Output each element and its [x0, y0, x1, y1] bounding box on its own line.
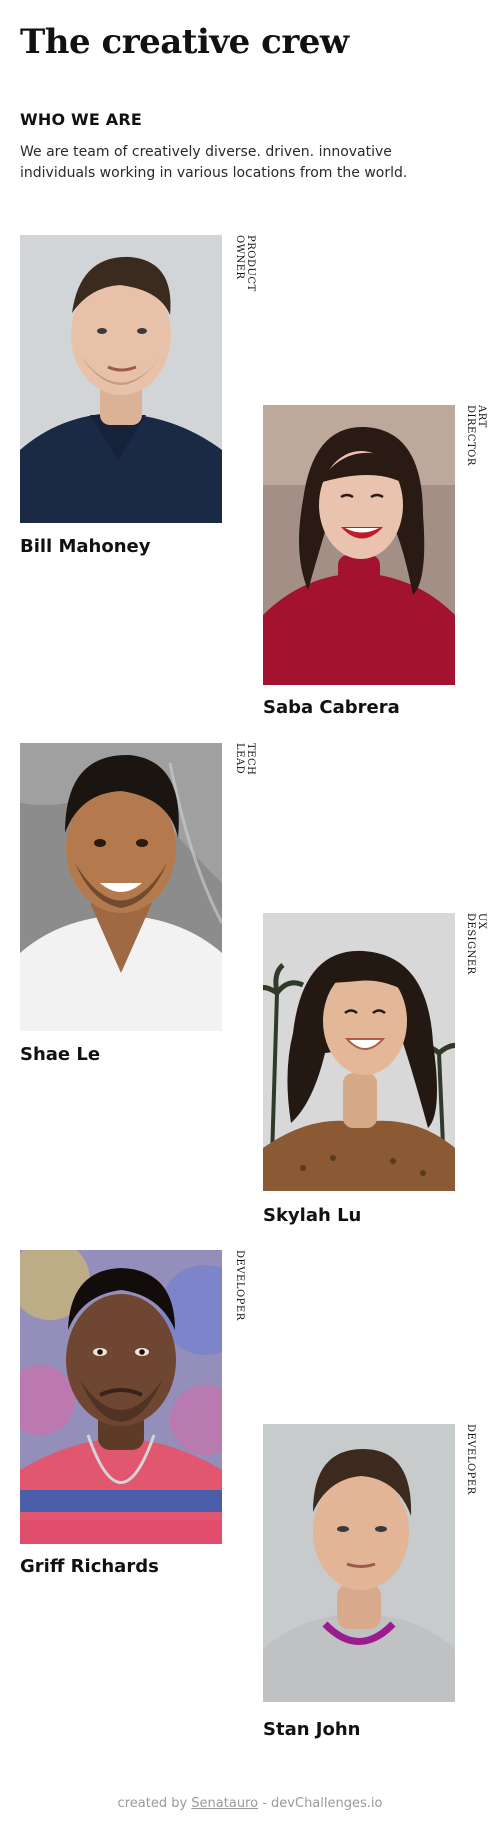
- section-title: WHO WE ARE: [20, 110, 142, 129]
- member-name: Bill Mahoney: [20, 536, 151, 557]
- intro-text: We are team of creatively diverse. drive…: [20, 144, 408, 181]
- member-name: Skylah Lu: [263, 1205, 362, 1226]
- member-photo: [20, 1250, 222, 1544]
- member-photo: [263, 1424, 455, 1702]
- footer-author-link[interactable]: Senatauro: [191, 1796, 258, 1811]
- footer-suffix: - devChallenges.io: [262, 1796, 383, 1811]
- member-name: Shae Le: [20, 1044, 101, 1065]
- member-role: ART DIRECTOR: [465, 405, 487, 466]
- member-photo: [263, 913, 455, 1191]
- footer: created by Senatauro - devChallenges.io: [0, 1796, 500, 1811]
- footer-prefix: created by: [117, 1796, 188, 1811]
- member-photo: [263, 405, 455, 685]
- member-role: PRODUCT OWNER: [234, 235, 256, 292]
- member-role: DEVELOPER: [234, 1250, 245, 1321]
- member-name: Stan John: [263, 1719, 361, 1740]
- member-role: UX DESIGNER: [465, 913, 487, 975]
- member-photo: [20, 235, 222, 523]
- member-role: DEVELOPER: [465, 1424, 476, 1495]
- member-name: Saba Cabrera: [263, 697, 400, 718]
- page-title: The creative crew: [20, 22, 349, 62]
- member-name: Griff Richards: [20, 1556, 159, 1577]
- member-role: TECH LEAD: [234, 743, 256, 776]
- member-photo: [20, 743, 222, 1031]
